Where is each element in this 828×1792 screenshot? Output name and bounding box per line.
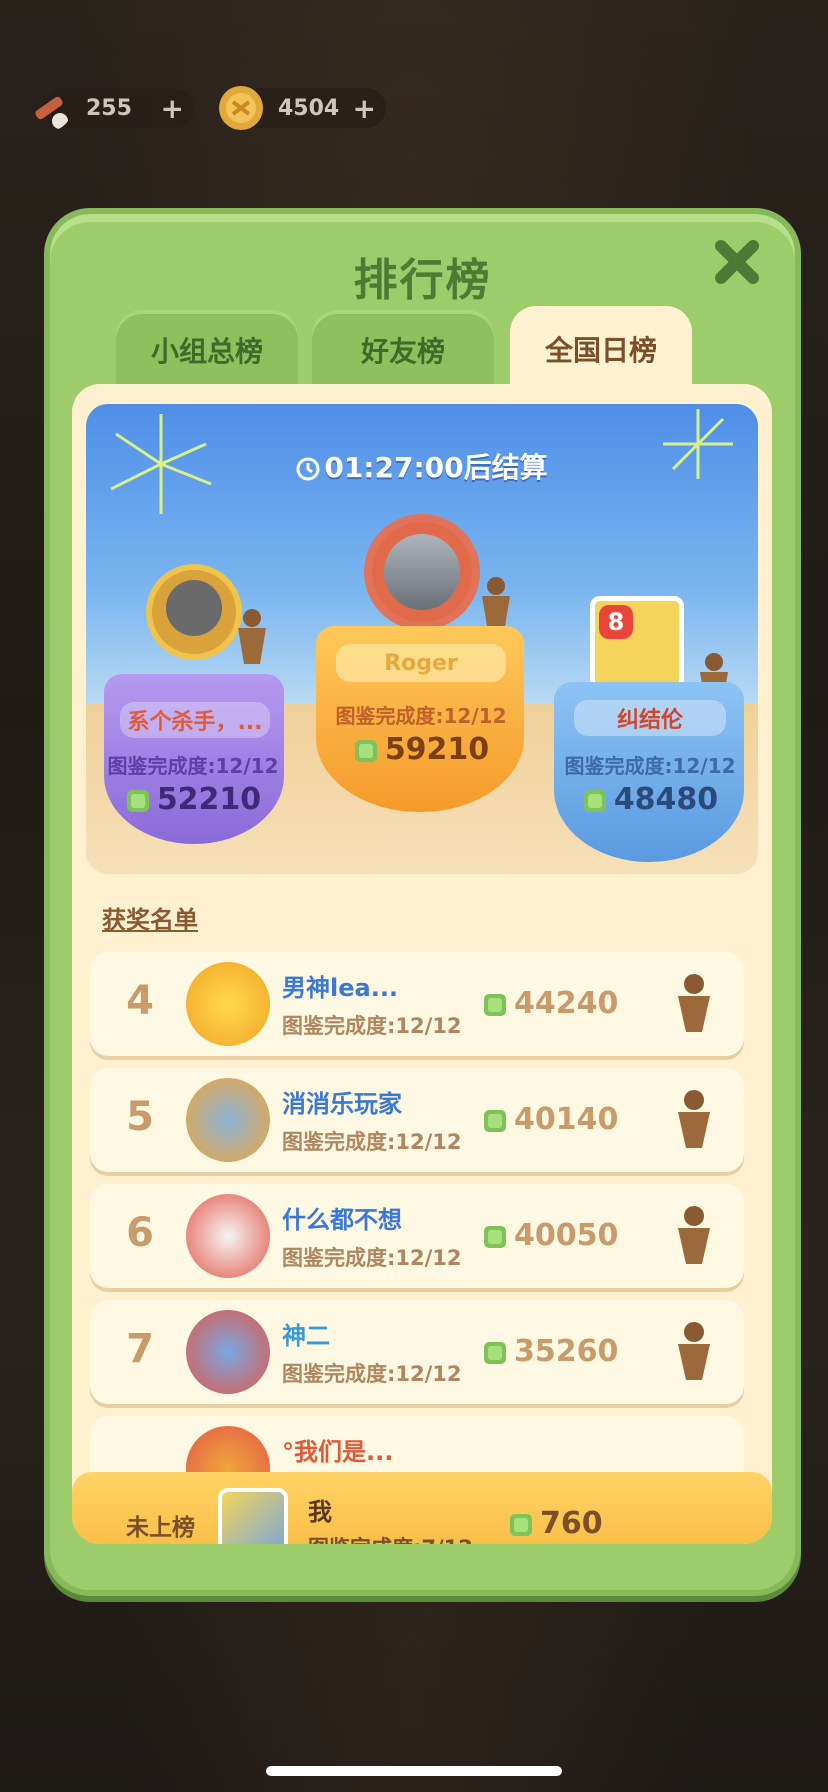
collection-progress: 图鉴完成度:12/12: [282, 1362, 462, 1386]
close-icon[interactable]: [711, 236, 763, 288]
my-rank-label: 未上榜: [126, 1515, 195, 1541]
leaderboard-row[interactable]: 6 什么都不想 图鉴完成度:12/12 40050: [90, 1184, 744, 1288]
collection-progress: 图鉴完成度:12/12: [335, 704, 507, 728]
coin-counter: 4504 +: [219, 86, 386, 130]
rank-number: 4: [126, 978, 154, 1024]
add-coin-button[interactable]: +: [353, 92, 376, 125]
player-score: 40140: [482, 1102, 618, 1137]
gem-icon: [484, 1341, 506, 1364]
rank-number: 5: [126, 1094, 154, 1140]
avatar: [186, 1194, 270, 1278]
score-value: 52210: [156, 782, 262, 817]
prize-icon: [678, 974, 710, 1032]
score-value: 40140: [514, 1102, 619, 1137]
tab-friends[interactable]: 好友榜: [312, 310, 494, 390]
settlement-timer: 01:27:00后结算: [86, 446, 758, 486]
hammer-icon: [35, 96, 68, 129]
collection-progress: 图鉴完成度:12/12: [107, 754, 279, 778]
leaderboard-row[interactable]: 5 消消乐玩家 图鉴完成度:12/12 40140: [90, 1068, 744, 1172]
score-value: 40050: [514, 1218, 619, 1253]
avatar: 8: [590, 596, 684, 690]
winners-list-label: 获奖名单: [102, 906, 198, 934]
player-name: 神二: [282, 1322, 330, 1350]
collection-progress: 图鉴完成度:12/12: [282, 1130, 462, 1154]
prize-icon: [678, 1206, 710, 1264]
gem-icon: [126, 789, 149, 812]
coin-icon: [219, 86, 263, 130]
podium-area: 01:27:00后结算 系个杀手，... 图鉴完成度:12/12 52210 R…: [86, 404, 758, 874]
avatar: [364, 514, 480, 630]
gem-icon: [354, 739, 377, 762]
player-score: 44240: [482, 986, 618, 1021]
player-score: 52210: [98, 782, 288, 817]
coin-value: 4504: [278, 95, 340, 121]
timer-text: 01:27:00后结算: [324, 451, 548, 484]
home-indicator[interactable]: [266, 1766, 562, 1776]
avatar: [146, 564, 242, 660]
score-value: 48480: [613, 782, 719, 817]
score-value: 59210: [384, 732, 490, 767]
clock-icon: [296, 457, 320, 481]
score-value: 44240: [514, 986, 619, 1021]
my-avatar: [218, 1488, 288, 1544]
score-value: 35260: [514, 1334, 619, 1369]
my-rank-bar[interactable]: 未上榜 我 图鉴完成度:7/12 760: [72, 1472, 772, 1544]
gem-icon: [510, 1513, 532, 1536]
panel-title: 排行榜: [353, 255, 492, 306]
my-name: 我: [308, 1498, 332, 1526]
tab-label: 好友榜: [360, 335, 445, 368]
podium-first[interactable]: Roger 图鉴完成度:12/12 59210: [316, 504, 526, 814]
prize-icon: [678, 1090, 710, 1148]
player-score: 59210: [316, 732, 526, 767]
rank-number: 6: [126, 1210, 154, 1256]
score-value: 760: [540, 1506, 603, 1541]
tab-group-total[interactable]: 小组总榜: [116, 310, 298, 390]
player-name: 纠结伦: [574, 700, 726, 736]
leaderboard-content: 01:27:00后结算 系个杀手，... 图鉴完成度:12/12 52210 R…: [72, 384, 772, 1544]
tab-label: 全国日榜: [544, 334, 657, 367]
avatar: [186, 962, 270, 1046]
gem-icon: [583, 789, 606, 812]
gem-icon: [484, 993, 506, 1016]
podium-second[interactable]: 系个杀手，... 图鉴完成度:12/12 52210: [98, 564, 288, 844]
add-hammer-button[interactable]: +: [161, 92, 184, 125]
leaderboard-row[interactable]: 7 神二 图鉴完成度:12/12 35260: [90, 1300, 744, 1404]
tab-national-daily[interactable]: 全国日榜: [510, 306, 692, 392]
player-score: 40050: [482, 1218, 618, 1253]
player-score: 35260: [482, 1334, 618, 1369]
player-name: 消消乐玩家: [282, 1090, 402, 1118]
my-collection-progress: 图鉴完成度:7/12: [308, 1532, 473, 1544]
podium-third[interactable]: 8 纠结伦 图鉴完成度:12/12 48480: [550, 596, 750, 866]
player-name: Roger: [336, 644, 506, 682]
hammer-value: 255: [86, 95, 132, 121]
gem-icon: [484, 1109, 506, 1132]
tab-label: 小组总榜: [150, 335, 263, 368]
collection-progress: 图鉴完成度:12/12: [564, 754, 736, 778]
player-name: °我们是...: [282, 1438, 394, 1466]
leaderboard-row[interactable]: 4 男神lea... 图鉴完成度:12/12 44240: [90, 952, 744, 1056]
my-score: 760: [508, 1506, 603, 1541]
avatar: [186, 1310, 270, 1394]
hammer-counter: 255 +: [35, 88, 194, 129]
player-name: 什么都不想: [282, 1206, 402, 1234]
gem-icon: [484, 1225, 506, 1248]
collection-progress: 图鉴完成度:12/12: [282, 1014, 462, 1038]
player-name: 系个杀手，...: [120, 702, 270, 738]
player-name: 男神lea...: [282, 974, 399, 1002]
level-badge: 8: [599, 605, 633, 639]
prize-icon: [238, 609, 266, 664]
player-score: 48480: [550, 782, 750, 817]
prize-icon: [678, 1322, 710, 1380]
rank-number: 7: [126, 1326, 154, 1372]
collection-progress: 图鉴完成度:12/12: [282, 1246, 462, 1270]
leaderboard-panel: 排行榜 小组总榜 好友榜 全国日榜 01:27:00后结算 系个杀手，... 图…: [44, 208, 801, 1596]
avatar: [186, 1078, 270, 1162]
